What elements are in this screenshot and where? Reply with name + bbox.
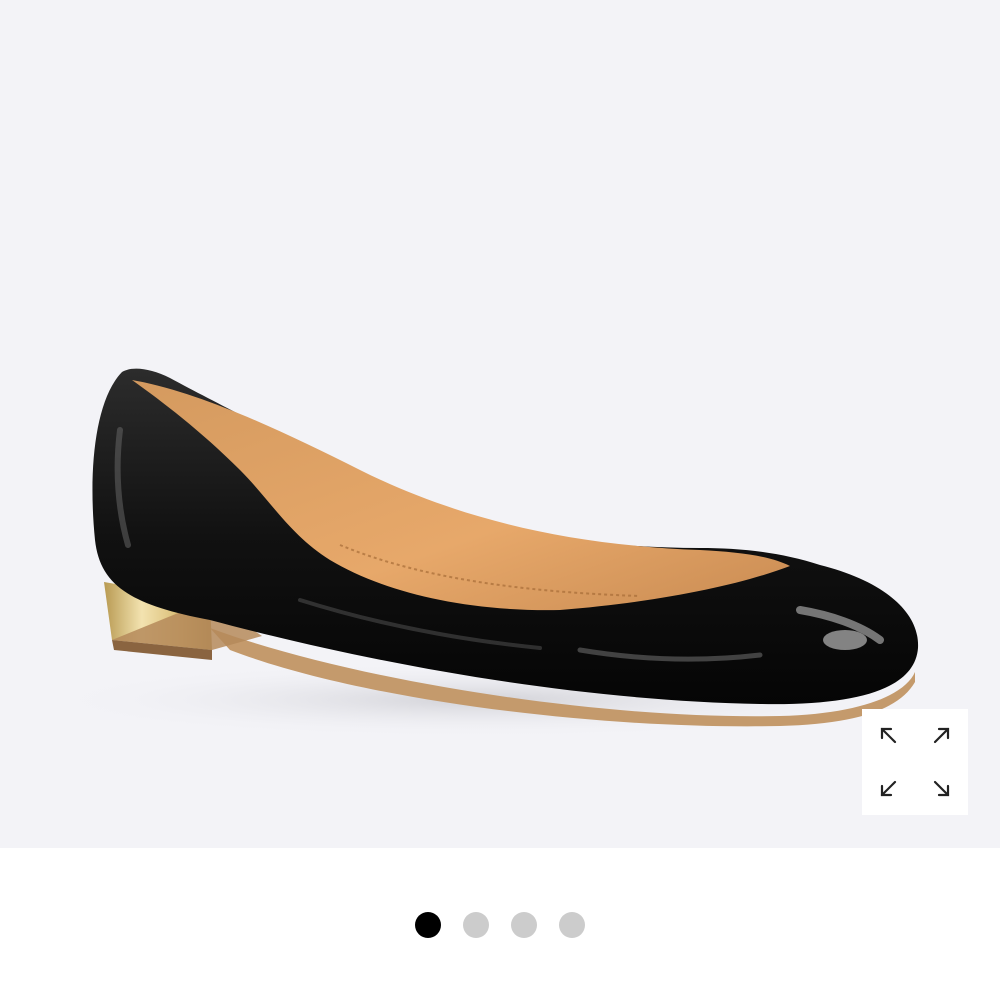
- product-image[interactable]: [0, 0, 1000, 848]
- expand-arrows-icon: [880, 727, 950, 797]
- carousel-pagination: [0, 848, 1000, 1000]
- carousel-dot[interactable]: [511, 912, 537, 938]
- zoom-button[interactable]: [862, 709, 968, 815]
- carousel-dot[interactable]: [559, 912, 585, 938]
- carousel-dot[interactable]: [463, 912, 489, 938]
- carousel-dot[interactable]: [415, 912, 441, 938]
- shoe-illustration: [40, 368, 920, 738]
